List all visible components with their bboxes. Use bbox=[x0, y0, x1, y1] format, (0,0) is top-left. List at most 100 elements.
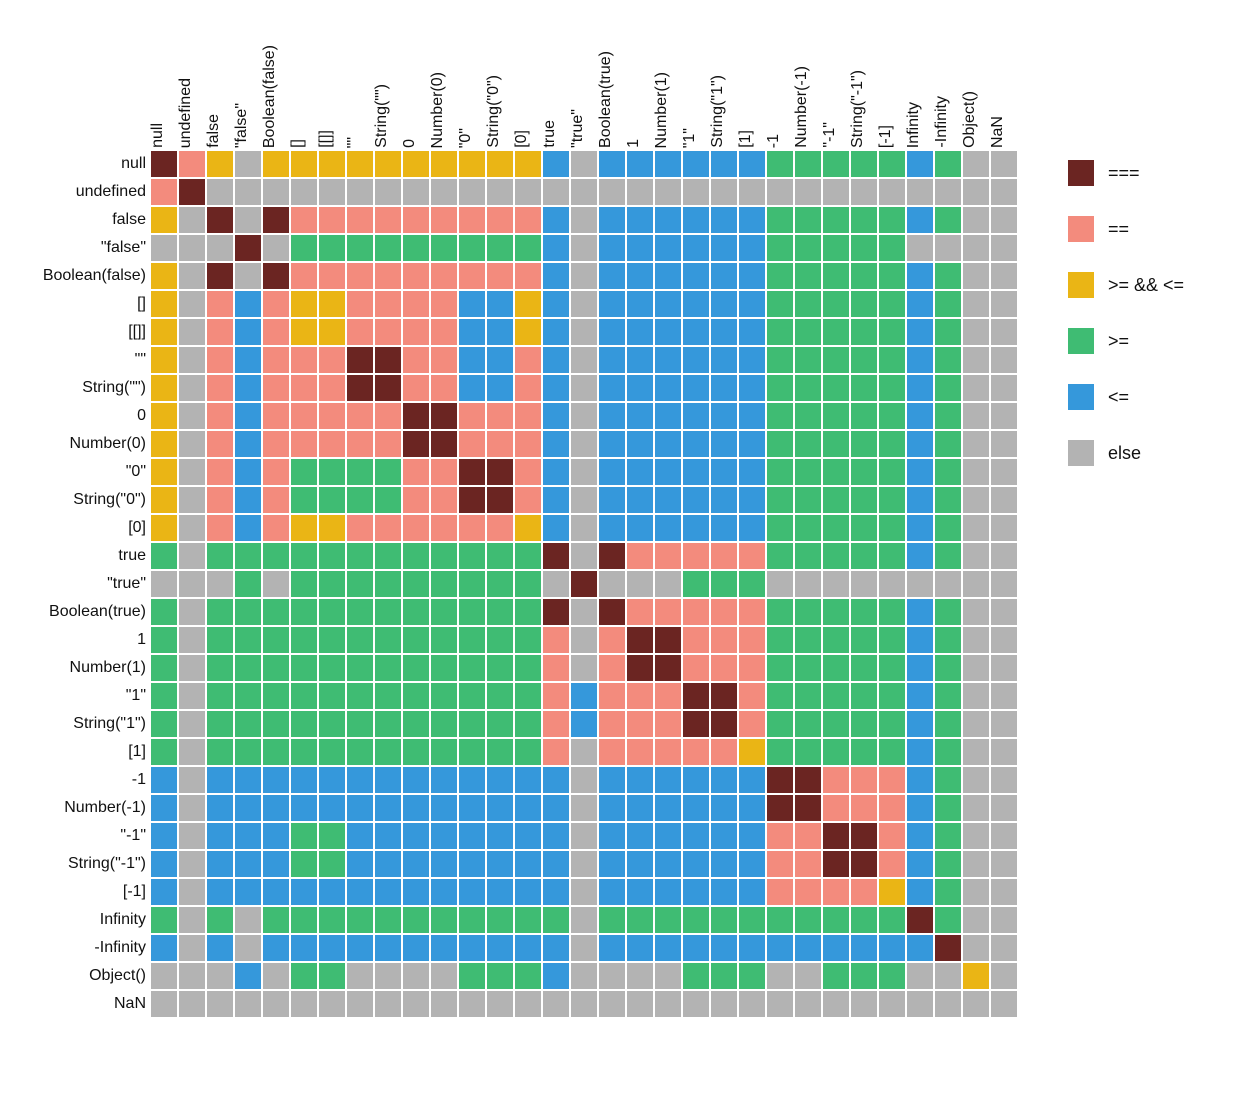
row-label: Object() bbox=[20, 962, 150, 990]
row-label: "false" bbox=[20, 234, 150, 262]
heatmap-cell bbox=[347, 403, 373, 429]
col-label: false bbox=[206, 114, 234, 148]
heatmap-cell bbox=[459, 291, 485, 317]
heatmap-cell bbox=[935, 963, 961, 989]
heatmap-cell bbox=[459, 347, 485, 373]
heatmap-cell bbox=[655, 543, 681, 569]
row-label: [0] bbox=[20, 514, 150, 542]
heatmap-cell bbox=[291, 851, 317, 877]
heatmap-cell bbox=[599, 543, 625, 569]
heatmap-cell bbox=[739, 235, 765, 261]
heatmap-cell bbox=[487, 543, 513, 569]
heatmap-cell bbox=[767, 235, 793, 261]
row-label: [-1] bbox=[20, 878, 150, 906]
heatmap-cell bbox=[487, 627, 513, 653]
heatmap-cell bbox=[487, 235, 513, 261]
heatmap-cell bbox=[459, 235, 485, 261]
heatmap-cell bbox=[515, 795, 541, 821]
equality-heatmap: nullundefinedfalse"false"Boolean(false)[… bbox=[20, 20, 1018, 1018]
heatmap-cell bbox=[571, 683, 597, 709]
heatmap-cell bbox=[179, 235, 205, 261]
heatmap-cell bbox=[991, 515, 1017, 541]
heatmap-cell bbox=[515, 319, 541, 345]
heatmap-cell bbox=[963, 655, 989, 681]
heatmap-cell bbox=[683, 991, 709, 1017]
heatmap-cell bbox=[543, 431, 569, 457]
heatmap-cell bbox=[963, 991, 989, 1017]
heatmap-cell bbox=[599, 823, 625, 849]
heatmap-cell bbox=[655, 347, 681, 373]
heatmap-cell bbox=[487, 403, 513, 429]
heatmap-cell bbox=[347, 431, 373, 457]
heatmap-cell bbox=[711, 823, 737, 849]
heatmap-cell bbox=[347, 571, 373, 597]
heatmap-cell bbox=[319, 543, 345, 569]
heatmap-cell bbox=[711, 711, 737, 737]
heatmap-cell bbox=[599, 403, 625, 429]
heatmap-cell bbox=[543, 599, 569, 625]
heatmap-cell bbox=[403, 263, 429, 289]
heatmap-cell bbox=[655, 319, 681, 345]
heatmap-cell bbox=[403, 459, 429, 485]
col-label: [[]] bbox=[318, 130, 346, 148]
heatmap-cell bbox=[963, 963, 989, 989]
heatmap-cell bbox=[571, 823, 597, 849]
heatmap-cell bbox=[459, 851, 485, 877]
heatmap-cell bbox=[851, 403, 877, 429]
heatmap-cell bbox=[655, 179, 681, 205]
heatmap-cell bbox=[711, 907, 737, 933]
col-label: Boolean(true) bbox=[598, 51, 626, 148]
heatmap-cell bbox=[375, 235, 401, 261]
heatmap-cell bbox=[263, 963, 289, 989]
heatmap-cell bbox=[795, 683, 821, 709]
heatmap-cell bbox=[375, 851, 401, 877]
heatmap-cell bbox=[739, 991, 765, 1017]
heatmap-cell bbox=[935, 879, 961, 905]
heatmap-cell bbox=[627, 795, 653, 821]
heatmap-cell bbox=[179, 543, 205, 569]
legend-label: === bbox=[1108, 163, 1140, 184]
row-label: "-1" bbox=[20, 822, 150, 850]
heatmap-cell bbox=[207, 655, 233, 681]
heatmap-cell bbox=[151, 739, 177, 765]
heatmap-cell bbox=[655, 711, 681, 737]
heatmap-cell bbox=[935, 795, 961, 821]
heatmap-cell bbox=[319, 795, 345, 821]
row-label: Number(0) bbox=[20, 430, 150, 458]
heatmap-cell bbox=[207, 515, 233, 541]
heatmap-cell bbox=[795, 795, 821, 821]
heatmap-cell bbox=[879, 543, 905, 569]
heatmap-cell bbox=[823, 851, 849, 877]
heatmap-cell bbox=[347, 319, 373, 345]
heatmap-cell bbox=[879, 319, 905, 345]
legend-label: else bbox=[1108, 443, 1141, 464]
heatmap-cell bbox=[767, 431, 793, 457]
heatmap-cell bbox=[823, 403, 849, 429]
heatmap-row: 1 bbox=[150, 626, 1018, 654]
heatmap-cell bbox=[627, 403, 653, 429]
heatmap-cell bbox=[963, 767, 989, 793]
heatmap-cell bbox=[823, 571, 849, 597]
heatmap-cell bbox=[515, 207, 541, 233]
heatmap-cell bbox=[599, 599, 625, 625]
heatmap-cell bbox=[515, 963, 541, 989]
heatmap-cell bbox=[375, 655, 401, 681]
heatmap-cell bbox=[599, 235, 625, 261]
heatmap-cell bbox=[851, 795, 877, 821]
heatmap-cell bbox=[319, 403, 345, 429]
heatmap-cell bbox=[991, 487, 1017, 513]
heatmap-cell bbox=[431, 403, 457, 429]
heatmap-cell bbox=[935, 263, 961, 289]
row-label: String("1") bbox=[20, 710, 150, 738]
heatmap-cell bbox=[711, 403, 737, 429]
heatmap-cell bbox=[207, 235, 233, 261]
heatmap-cell bbox=[459, 151, 485, 177]
heatmap-cell bbox=[767, 823, 793, 849]
heatmap-cell bbox=[431, 543, 457, 569]
row-label: true bbox=[20, 542, 150, 570]
heatmap-cell bbox=[571, 431, 597, 457]
heatmap-cell bbox=[571, 767, 597, 793]
heatmap-cell bbox=[711, 991, 737, 1017]
heatmap-cell bbox=[907, 375, 933, 401]
heatmap-cell bbox=[571, 291, 597, 317]
